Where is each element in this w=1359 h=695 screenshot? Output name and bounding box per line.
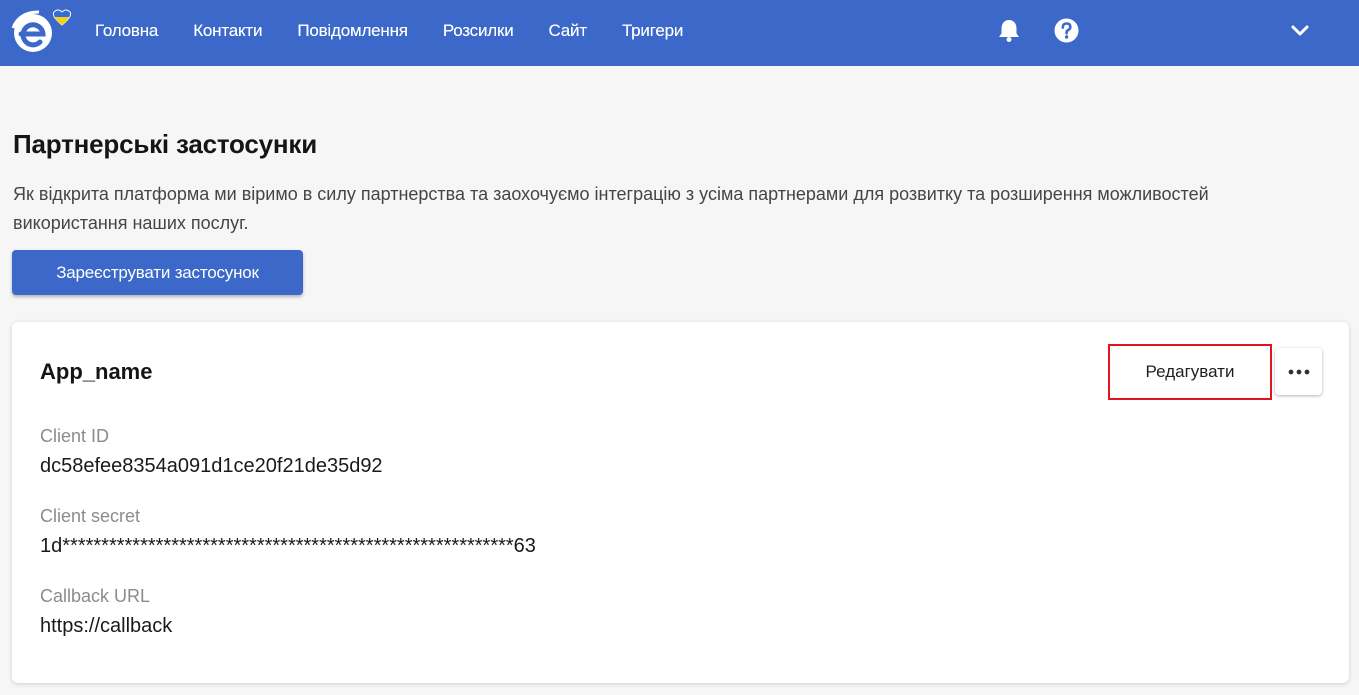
client-id-value: dc58efee8354a091d1ce20f21de35d92 (40, 455, 383, 477)
main-nav: Головна Контакти Повідомлення Розсилки С… (95, 0, 718, 62)
page-description: Як відкрита платформа ми віримо в силу п… (13, 184, 1209, 233)
bell-icon[interactable] (996, 17, 1022, 43)
nav-item-triggers[interactable]: Тригери (622, 21, 683, 41)
client-id-label: Client ID (40, 426, 110, 446)
client-secret-value: 1d**************************************… (40, 535, 536, 557)
esputnik-logo-icon[interactable] (11, 8, 77, 56)
more-options-button[interactable] (1275, 348, 1322, 395)
edit-button[interactable]: Редагувати (1108, 344, 1272, 400)
chevron-down-icon[interactable] (1290, 24, 1310, 38)
more-horizontal-icon (1288, 369, 1309, 374)
top-navigation-bar: Головна Контакти Повідомлення Розсилки С… (0, 0, 1359, 66)
client-secret-label: Client secret (40, 506, 141, 526)
nav-item-contacts[interactable]: Контакти (193, 21, 262, 41)
edit-button-label: Редагувати (1145, 362, 1235, 381)
nav-item-campaigns[interactable]: Розсилки (443, 21, 514, 41)
app-card: App_name Редагувати Client ID dc58efee83… (12, 322, 1349, 683)
register-app-button[interactable]: Зареєструвати застосунок (12, 250, 303, 295)
app-name: App_name (40, 359, 153, 384)
help-icon[interactable] (1054, 18, 1079, 43)
nav-item-site[interactable]: Сайт (549, 21, 588, 41)
page-title: Партнерські застосунки (13, 129, 318, 159)
nav-item-home[interactable]: Головна (95, 21, 158, 41)
nav-item-messages[interactable]: Повідомлення (297, 21, 408, 41)
callback-url-value: https://callback (40, 615, 173, 637)
callback-url-label: Callback URL (40, 586, 151, 606)
